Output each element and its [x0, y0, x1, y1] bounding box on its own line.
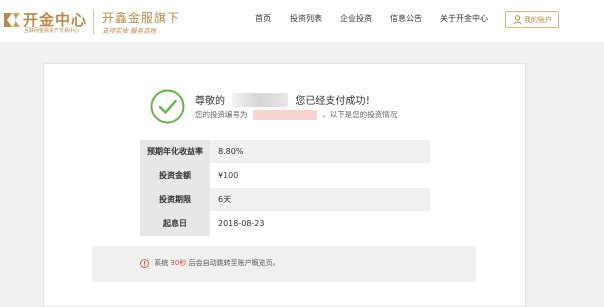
logo-mark-icon [4, 13, 20, 27]
row-label: 投资期限 [140, 188, 210, 212]
row-label: 投资金额 [140, 164, 210, 188]
table-row: 投资金额 ¥100 [140, 164, 430, 188]
row-label: 起息日 [140, 212, 210, 236]
headline-suffix: 您已经支付成功！ [295, 96, 376, 107]
my-account-button[interactable]: 我的账户 [505, 11, 559, 28]
redirect-notice: 系统 30秒 后会自动跳转至账户概览页。 [92, 246, 476, 282]
masked-investment-number [252, 109, 317, 120]
sub-suffix: ，以下是您的投资情况 [322, 110, 398, 119]
nav-home[interactable]: 首页 [255, 13, 271, 24]
table-row: 起息日 2018-08-23 [140, 212, 430, 236]
top-bar: 开金中心 互联网金融资产交易中心 开鑫金服旗下 支持实体 服务百姓 首页 投资列… [0, 0, 604, 42]
user-icon [513, 15, 522, 25]
nav-investment-list[interactable]: 投资列表 [290, 13, 322, 24]
row-label: 预期年化收益率 [140, 140, 210, 164]
row-value: ¥100 [218, 171, 239, 180]
nav-about[interactable]: 关于开金中心 [440, 13, 488, 24]
headline-prefix: 尊敬的 [195, 96, 225, 107]
investment-number-line: 您的投资编号为 ，以下是您的投资情况 [195, 109, 397, 120]
logo-subtitle: 互联网金融资产交易中心 [24, 28, 80, 34]
countdown-seconds: 30秒 [170, 259, 187, 267]
investment-details-table: 预期年化收益率 8.80% 投资金额 ¥100 投资期限 6天 起息日 2018… [140, 140, 430, 236]
header-divider [93, 10, 94, 34]
table-row: 投资期限 6天 [140, 188, 430, 212]
masked-user-name [232, 92, 289, 107]
nav-announcements[interactable]: 信息公告 [390, 13, 422, 24]
notice-suffix: 后会自动跳转至账户概览页。 [188, 259, 280, 267]
row-value: 2018-08-23 [218, 219, 265, 228]
success-headline: 尊敬的 您已经支付成功！ [195, 92, 375, 107]
table-row: 预期年化收益率 8.80% [140, 140, 430, 164]
row-value: 8.80% [218, 147, 244, 156]
success-check-icon [150, 89, 185, 124]
payment-result-card: 尊敬的 您已经支付成功！ 您的投资编号为 ，以下是您的投资情况 预期年化收益率 … [43, 63, 526, 307]
row-value: 6天 [218, 195, 232, 204]
info-icon [140, 258, 149, 268]
partner-brand: 开鑫金服旗下 支持实体 服务百姓 [102, 9, 192, 35]
my-account-label: 我的账户 [524, 16, 552, 24]
sub-prefix: 您的投资编号为 [195, 110, 248, 119]
nav-enterprise-investment[interactable]: 企业投资 [340, 13, 372, 24]
redirect-notice-text: 系统 30秒 后会自动跳转至账户概览页。 [140, 258, 280, 268]
partner-brand-slogan: 支持实体 服务百姓 [102, 27, 157, 35]
notice-prefix: 系统 [154, 259, 169, 267]
site-logo[interactable]: 开金中心 互联网金融资产交易中心 [2, 9, 90, 35]
partner-brand-title: 开鑫金服旗下 [102, 11, 181, 25]
